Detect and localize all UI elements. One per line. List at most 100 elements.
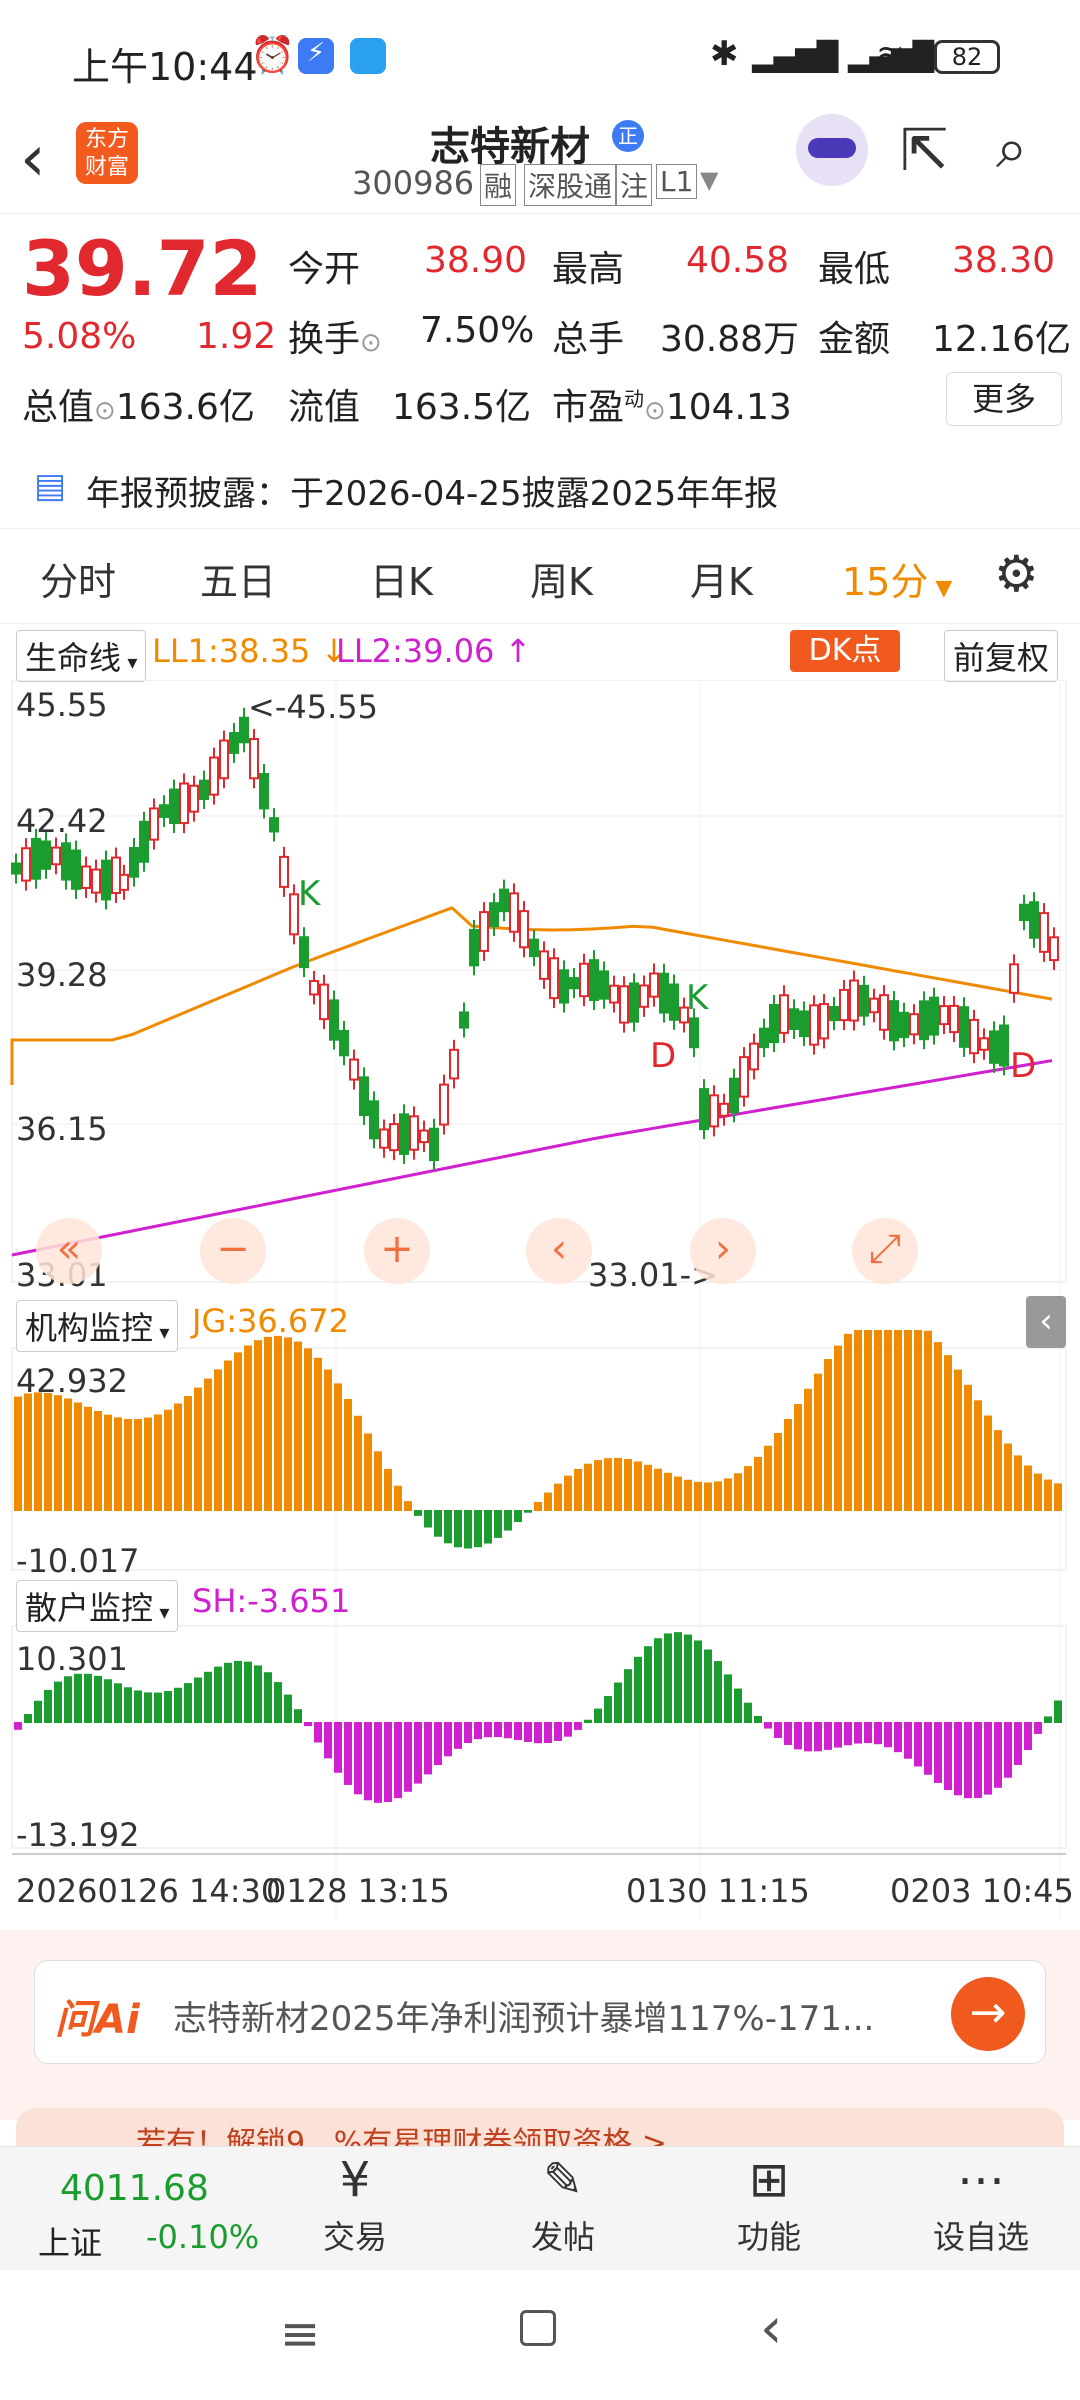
sh-bar [214,1666,222,1723]
ll1-value: LL1:38.35 ↓ [152,632,348,670]
jg-bar [934,1342,942,1511]
jg-bar [194,1387,202,1511]
add-watchlist-button[interactable]: ⋯ 设自选 [916,2148,1046,2268]
candle [71,849,81,890]
candle [1039,912,1049,953]
jg-bar [124,1418,132,1511]
change-percent: 5.08% [22,316,137,357]
candle [549,957,559,1000]
jg-bar [264,1336,272,1511]
sh-bar [1024,1722,1032,1751]
sh-bar [24,1713,32,1723]
candle [279,855,289,888]
candle [729,1077,739,1114]
tab-day-k[interactable]: 日K [370,551,433,606]
candle [309,979,319,996]
search-icon[interactable]: ⌕ [996,116,1027,182]
dk-point-button[interactable]: DK点 [790,630,900,672]
jg-bar [884,1330,892,1511]
function-button[interactable]: ⊞ 功能 [714,2148,824,2268]
sh-bar [524,1722,532,1742]
candle [119,873,129,891]
trade-button[interactable]: ¥ 交易 [300,2148,410,2268]
candle [869,997,879,1014]
max-price-label: <-45.55 [248,688,378,726]
candle [169,788,179,825]
tab-timeshare[interactable]: 分时 [40,551,116,606]
sh-bar [904,1722,912,1759]
home-icon[interactable] [520,2310,556,2346]
zoom-in-icon[interactable]: + [364,1218,430,1284]
ll2-value: LL2:39.06 ↑ [336,632,532,670]
info-icon[interactable]: ⊙ [644,396,666,426]
system-nav: ≡ ‹ [0,2270,1080,2400]
sh-bar [124,1687,132,1723]
info-icon[interactable]: ⊙ [94,396,116,426]
post-button[interactable]: ✎ 发帖 [508,2148,618,2268]
jg-bar [84,1406,92,1511]
adjust-button[interactable]: 前复权 [944,630,1059,682]
tab-15min[interactable]: 15分 ▼ [842,551,952,606]
tab-week-k[interactable]: 周K [530,551,593,606]
sh-bar [494,1722,502,1738]
ai-question-bar[interactable]: 问Ai 志特新材2025年净利润预计暴增117%-171... → [34,1960,1046,2064]
jg-bar [374,1451,382,1511]
sh-bar [634,1656,642,1723]
collapse-panel-icon[interactable]: ‹ [1026,1296,1066,1348]
sh-bar [404,1722,412,1792]
jg-bar [754,1456,762,1511]
amount-label: 金额 [818,319,891,360]
settings-icon[interactable]: ⚙ [994,545,1039,603]
jg-bar [1024,1465,1032,1511]
stock-header: ‹ 东方财富 志特新材 正 300986 融 深股通 注 L1 ▼ ⇱ ⌕ [0,112,1080,214]
candle [209,756,219,796]
sh-indicator-selector[interactable]: 散户监控 ▾ [16,1580,179,1632]
promo-banner[interactable]: 若有！解锁9...%有星理财券领取资格 > [16,2108,1064,2148]
expand-icon[interactable]: ⤢ [852,1218,918,1284]
sh-bar [1044,1716,1052,1723]
back-nav-icon[interactable]: ‹ [760,2296,782,2361]
sh-bar [64,1676,72,1723]
sh-bar [664,1633,672,1723]
more-button[interactable]: 更多 [946,372,1062,426]
info-icon[interactable]: ⊙ [360,328,382,358]
volume-value: 30.88万 [660,319,800,360]
zoom-out-icon[interactable]: − [200,1218,266,1284]
badge-dropdown-icon[interactable]: ▼ [700,166,718,194]
share-icon[interactable]: ⇱ [900,116,949,184]
candle [61,842,71,881]
sh-bar [274,1682,282,1723]
open-label: 今开 [288,249,361,290]
robot-avatar[interactable] [796,114,868,186]
indicator-selector[interactable]: 生命线 ▾ [16,630,147,682]
sh-bar [934,1722,942,1783]
sh-bar [974,1722,982,1799]
more-dots-icon: ⋯ [957,2152,1005,2208]
candle [749,1042,759,1071]
candle [979,1037,989,1051]
jg-bar [744,1466,752,1511]
candle [21,847,31,882]
jg-indicator-selector[interactable]: 机构监控 ▾ [16,1300,179,1352]
candle [699,1088,709,1131]
sh-bar [1054,1700,1062,1723]
sh-bar [534,1722,542,1744]
candle [111,856,121,894]
next-icon[interactable]: › [690,1218,756,1284]
sh-bar [624,1669,632,1723]
sh-bar [434,1722,442,1766]
rewind-icon[interactable]: « [36,1218,102,1284]
previous-icon[interactable]: ‹ [526,1218,592,1284]
arrow-right-icon[interactable]: → [951,1977,1025,2051]
tab-month-k[interactable]: 月K [690,551,753,606]
notice-bar[interactable]: ▤ 年报预披露：于2026-04-25披露2025年年报 [0,446,1080,528]
jg-bar [244,1345,252,1511]
tab-five-day[interactable]: 五日 [200,551,276,606]
jg-bar [504,1510,512,1531]
candle [399,1113,409,1155]
sh-bar [884,1722,892,1748]
battery-icon: 82 [934,40,1000,74]
sh-value: SH:-3.651 [192,1582,351,1620]
back-icon[interactable]: ‹ [20,122,46,196]
menu-icon[interactable]: ≡ [280,2306,320,2362]
